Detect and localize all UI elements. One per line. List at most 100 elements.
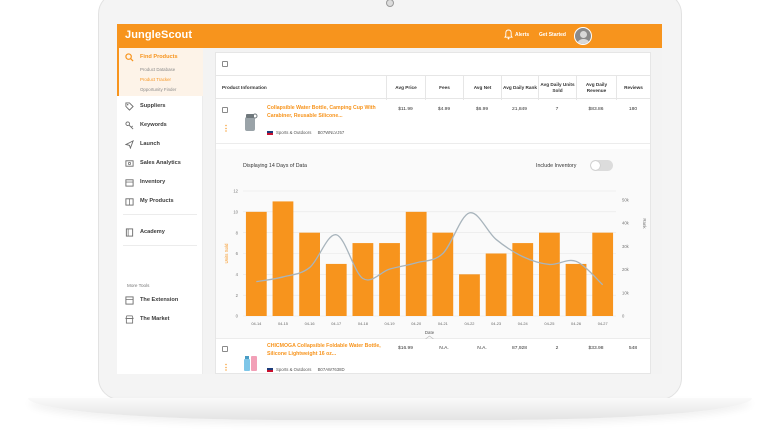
product-meta: Sports & Outdoors B07WNLVJ57 — [267, 130, 344, 135]
include-inventory-toggle[interactable] — [590, 160, 613, 171]
product-tracker-table: Product Information Avg Price Fees Avg N… — [215, 52, 651, 374]
x-axis-label: Date — [425, 330, 435, 335]
bar-units-sold — [325, 263, 347, 316]
y-tick-label: 10 — [233, 209, 238, 214]
sidebar-item-label: Keywords — [140, 122, 167, 128]
row-menu-icon[interactable]: ⋮ — [222, 364, 230, 372]
bar-units-sold — [405, 211, 427, 316]
extension-icon — [125, 296, 134, 305]
y2-tick-label: 50k — [622, 197, 630, 202]
bar-units-sold — [432, 232, 454, 316]
column-header[interactable]: Product Information — [216, 76, 386, 100]
product-asin[interactable]: B07WNLVJ57 — [318, 130, 345, 135]
avg-units-cell: 7 — [555, 107, 559, 112]
sidebar-item-label: Suppliers — [140, 103, 166, 109]
fees-cell: N.A. — [439, 346, 449, 351]
product-title-link[interactable]: CHICMOGA Collapsible Foldable Water Bott… — [267, 343, 385, 358]
table-row[interactable]: ⋮ Collapsible Water Bottle, Camping Cup … — [216, 100, 650, 144]
x-tick-label: 04-20 — [411, 321, 422, 326]
sidebar-item-inventory[interactable]: Inventory — [117, 176, 203, 190]
us-flag-icon — [267, 367, 273, 372]
sidebar-item-my-products[interactable]: My Products — [117, 195, 203, 209]
avg-net-cell: N.A. — [477, 346, 487, 351]
x-tick-label: 04-17 — [331, 321, 341, 326]
alerts-link[interactable]: Alerts — [515, 32, 529, 38]
sidebar-item-the-extension[interactable]: The Extension — [117, 294, 203, 308]
sidebar-item-launch[interactable]: Launch — [117, 138, 203, 152]
select-all-checkbox[interactable] — [222, 61, 228, 67]
row-menu-icon[interactable]: ⋮ — [222, 125, 230, 133]
y2-tick-label: 30k — [622, 244, 630, 249]
sidebar-item-the-market[interactable]: The Market — [117, 313, 203, 327]
sidebar-item-label: The Extension — [140, 297, 179, 303]
bar-units-sold — [299, 232, 320, 316]
column-header[interactable]: Reviews — [616, 76, 650, 100]
sidebar-item-label: Inventory — [140, 179, 166, 185]
app-screen: JungleScout Alerts Get Started Find Prod… — [117, 24, 662, 374]
bar-units-sold — [485, 253, 507, 316]
sidebar-subitem-product-tracker[interactable]: Product Tracker — [140, 77, 171, 82]
y-tick-label: 0 — [236, 314, 239, 319]
column-header[interactable]: Fees — [425, 76, 463, 100]
column-header[interactable]: Avg Price — [386, 76, 425, 100]
bar-units-sold — [272, 201, 294, 316]
product-asin[interactable]: B07AW7638D — [318, 367, 345, 372]
collapse-chevron-icon — [425, 335, 434, 339]
brand-logo[interactable]: JungleScout — [125, 29, 192, 41]
sidebar-item-suppliers[interactable]: Suppliers — [117, 100, 203, 114]
sidebar-item-academy[interactable]: Academy — [117, 226, 203, 240]
avg-net-cell: $6.99 — [475, 107, 489, 112]
include-inventory-label: Include Inventory — [536, 163, 577, 169]
sales-chart-panel: Displaying 14 Days of Data Include Inven… — [216, 149, 650, 339]
y-tick-label: 2 — [236, 293, 239, 298]
avatar[interactable] — [574, 27, 592, 45]
avg-price-cell: $11.99 — [398, 107, 413, 112]
sidebar-subitem-product-database[interactable]: Product Database — [140, 67, 175, 72]
y-tick-label: 6 — [236, 251, 239, 256]
y2-tick-label: 0 — [622, 314, 625, 319]
y-tick-label: 4 — [236, 272, 239, 277]
laptop-base — [28, 398, 752, 420]
box-icon — [125, 179, 134, 187]
column-header[interactable]: Avg Daily Rank — [501, 76, 538, 100]
row-checkbox[interactable] — [222, 346, 228, 352]
bar-units-sold — [565, 263, 587, 316]
us-flag-icon — [267, 130, 273, 135]
column-header[interactable]: Avg Daily Units Sold — [538, 76, 576, 100]
sidebar: Find Products Product Database Product T… — [117, 48, 203, 374]
table-row[interactable]: ⋮ CHICMOGA Collapsible Foldable Water Bo… — [216, 341, 650, 374]
sidebar-item-sales-analytics[interactable]: Sales Analytics — [117, 157, 203, 171]
fees-cell: $4.99 — [437, 107, 451, 112]
x-tick-label: 04-21 — [438, 321, 448, 326]
sidebar-subitem-opportunity-finder[interactable]: Opportunity Finder — [140, 87, 176, 92]
sidebar-item-keywords[interactable]: Keywords — [117, 119, 203, 133]
product-title-link[interactable]: Collapsible Water Bottle, Camping Cup Wi… — [267, 105, 385, 120]
column-header[interactable]: Avg Daily Revenue — [576, 76, 616, 100]
avg-rank-cell: 21,849 — [512, 107, 527, 112]
x-tick-label: 04-19 — [385, 321, 395, 326]
column-header[interactable]: Avg Net — [463, 76, 501, 100]
sidebar-item-find-products[interactable]: Find Products — [117, 51, 203, 65]
y2-tick-label: 40k — [622, 221, 630, 226]
x-tick-label: 04-16 — [305, 321, 315, 326]
y-tick-label: 8 — [236, 230, 239, 235]
bell-icon[interactable] — [504, 29, 513, 40]
y-tick-label: 12 — [233, 189, 238, 194]
dollar-icon — [125, 160, 134, 167]
sidebar-item-label: Find Products — [140, 54, 178, 60]
get-started-link[interactable]: Get Started — [539, 32, 566, 38]
bar-units-sold — [459, 274, 480, 316]
sidebar-item-label: Sales Analytics — [140, 160, 181, 166]
avg-revenue-cell: $83.86 — [588, 107, 604, 112]
bar-units-sold — [512, 243, 534, 316]
x-tick-label: 04-25 — [544, 321, 554, 326]
x-tick-label: 04-14 — [251, 321, 262, 326]
tag-icon — [125, 102, 134, 111]
sidebar-item-label: Academy — [140, 229, 165, 235]
top-bar: JungleScout Alerts Get Started — [117, 24, 662, 48]
product-meta: Sports & Outdoors B07AW7638D — [267, 367, 345, 372]
reviews-cell: 180 — [628, 107, 638, 112]
product-category: Sports & Outdoors — [276, 130, 312, 135]
row-checkbox[interactable] — [222, 107, 228, 113]
webcam-icon — [386, 0, 394, 7]
